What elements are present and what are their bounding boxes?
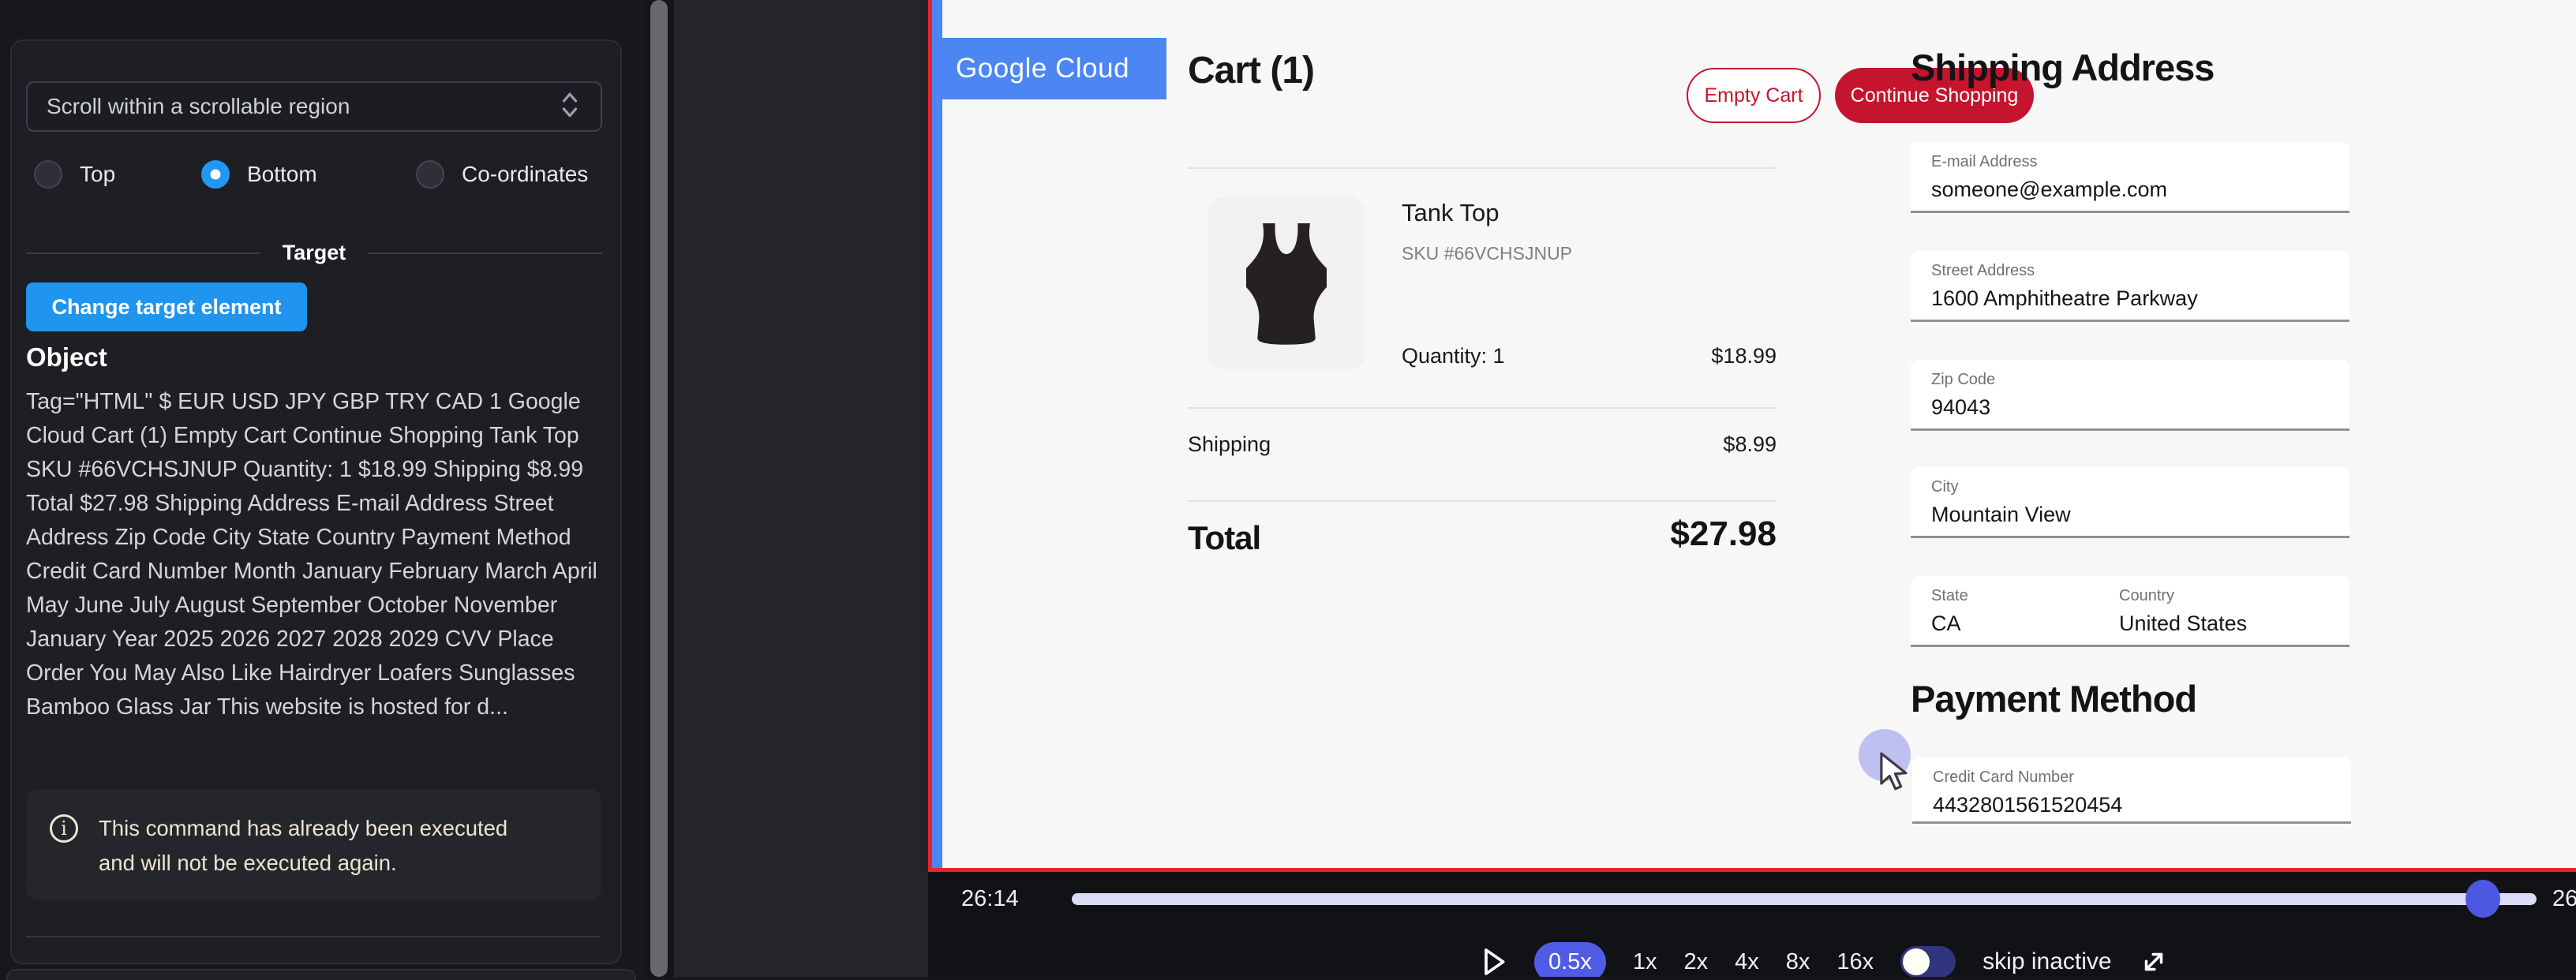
credit-card-label: Credit Card Number <box>1933 769 2351 787</box>
object-text: Tag="HTML" $ EUR USD JPY GBP TRY CAD 1 G… <box>26 385 604 724</box>
city-field-label: City <box>1931 478 2349 496</box>
speed-option-1x[interactable]: 1x <box>1633 949 1657 975</box>
street-field-value: 1600 Amphitheatre Parkway <box>1931 286 2349 311</box>
state-field[interactable]: State CA <box>1911 576 2121 647</box>
city-field[interactable]: City Mountain View <box>1911 467 2349 538</box>
cart-title: Cart (1) <box>1188 49 1314 92</box>
play-button[interactable] <box>1481 946 1507 977</box>
sidebar-scrollbar-thumb[interactable] <box>650 0 668 977</box>
product-price: $18.99 <box>1188 344 1777 368</box>
end-time: 26:1 <box>2552 886 2576 912</box>
sidebar-bottom-divider <box>26 936 600 937</box>
target-section-label: Target <box>283 241 346 265</box>
credit-card-value: 4432801561520454 <box>1933 793 2351 817</box>
divider-line <box>368 252 602 254</box>
radio-coordinates-circle-icon[interactable] <box>416 160 444 189</box>
fullscreen-icon[interactable] <box>2139 947 2169 977</box>
email-field-value: someone@example.com <box>1931 178 2349 202</box>
speed-option-16x[interactable]: 16x <box>1837 949 1874 975</box>
command-type-select[interactable]: Scroll within a scrollable region <box>26 81 602 132</box>
shipping-value: $8.99 <box>1188 432 1777 457</box>
speed-option-8x[interactable]: 8x <box>1786 949 1810 975</box>
country-field-label: Country <box>2119 587 2349 605</box>
scroll-position-radios: Top Bottom Co-ordinates <box>26 155 602 194</box>
radio-top-circle-icon[interactable] <box>34 160 62 189</box>
radio-bottom-label: Bottom <box>247 162 317 187</box>
toggle-knob[interactable] <box>1903 948 1930 975</box>
target-section-divider: Target <box>26 241 602 265</box>
select-chevrons-icon <box>558 89 582 125</box>
street-field-label: Street Address <box>1931 262 2349 280</box>
country-field[interactable]: Country United States <box>2099 576 2349 647</box>
replay-viewport: Google Cloud Cart (1) Empty Cart Continu… <box>932 0 2576 868</box>
notice-text: This command has already been executed a… <box>99 811 507 881</box>
sidebar-scrollbar-track[interactable] <box>646 0 674 977</box>
brand-stripe <box>932 0 942 868</box>
total-value: $27.98 <box>1188 514 1777 554</box>
email-field-label: E-mail Address <box>1931 153 2349 171</box>
country-field-value: United States <box>2119 612 2349 636</box>
object-heading: Object <box>26 342 107 372</box>
payment-method-heading: Payment Method <box>1911 677 2196 720</box>
info-icon: i <box>50 814 78 843</box>
radio-bottom[interactable]: Bottom <box>201 155 317 194</box>
timeline-track[interactable] <box>1072 893 2537 905</box>
skip-inactive-toggle[interactable] <box>1900 946 1956 977</box>
mouse-cursor-icon <box>1879 751 1915 796</box>
empty-cart-button[interactable]: Empty Cart <box>1687 68 1821 123</box>
tank-top-graphic <box>1227 215 1346 353</box>
playback-bar: 26:14 26:1 0.5x 1x 2x 4x 8x 16x skip ina… <box>928 872 2576 977</box>
timeline-thumb[interactable] <box>2466 880 2500 918</box>
radio-coordinates[interactable]: Co-ordinates <box>416 155 588 194</box>
cart-divider <box>1188 407 1777 409</box>
divider-line <box>26 252 260 254</box>
speed-option-2x[interactable]: 2x <box>1683 949 1708 975</box>
zip-code-field[interactable]: Zip Code 94043 <box>1911 360 2349 431</box>
radio-coordinates-label: Co-ordinates <box>462 162 588 187</box>
change-target-button[interactable]: Change target element <box>26 282 307 331</box>
stage-gutter <box>674 0 928 977</box>
current-time: 26:14 <box>961 886 1019 912</box>
radio-top-label: Top <box>80 162 115 187</box>
street-address-field[interactable]: Street Address 1600 Amphitheatre Parkway <box>1911 251 2349 322</box>
speed-option-0_5x[interactable]: 0.5x <box>1534 942 1606 978</box>
product-sku: SKU #66VCHSJNUP <box>1402 243 1572 264</box>
product-name: Tank Top <box>1402 199 1500 227</box>
already-executed-notice: i This command has already been executed… <box>26 789 601 900</box>
next-command-card-edge <box>6 969 636 980</box>
skip-inactive-label: skip inactive <box>1983 948 2111 975</box>
zip-field-value: 94043 <box>1931 395 2349 420</box>
cart-divider <box>1188 500 1777 502</box>
cart-divider <box>1188 167 1777 169</box>
app-window: Scroll within a scrollable region Top Bo… <box>0 0 2576 977</box>
command-sidebar: Scroll within a scrollable region Top Bo… <box>0 0 646 977</box>
radio-bottom-circle-icon[interactable] <box>201 160 230 189</box>
player-controls: 0.5x 1x 2x 4x 8x 16x skip inactive <box>1481 940 2169 977</box>
zip-field-label: Zip Code <box>1931 371 2349 389</box>
notice-line2: and will not be executed again. <box>99 851 397 875</box>
credit-card-field[interactable]: Credit Card Number 4432801561520454 <box>1912 757 2351 824</box>
email-field[interactable]: E-mail Address someone@example.com <box>1911 142 2349 213</box>
state-field-label: State <box>1931 587 2121 605</box>
notice-line1: This command has already been executed <box>99 816 507 840</box>
radio-top[interactable]: Top <box>34 155 115 194</box>
city-field-value: Mountain View <box>1931 503 2349 527</box>
brand-badge: Google Cloud <box>932 38 1166 99</box>
speed-option-4x[interactable]: 4x <box>1735 949 1759 975</box>
command-type-value: Scroll within a scrollable region <box>47 94 558 119</box>
state-field-value: CA <box>1931 612 2121 636</box>
shipping-address-heading: Shipping Address <box>1911 46 2214 89</box>
